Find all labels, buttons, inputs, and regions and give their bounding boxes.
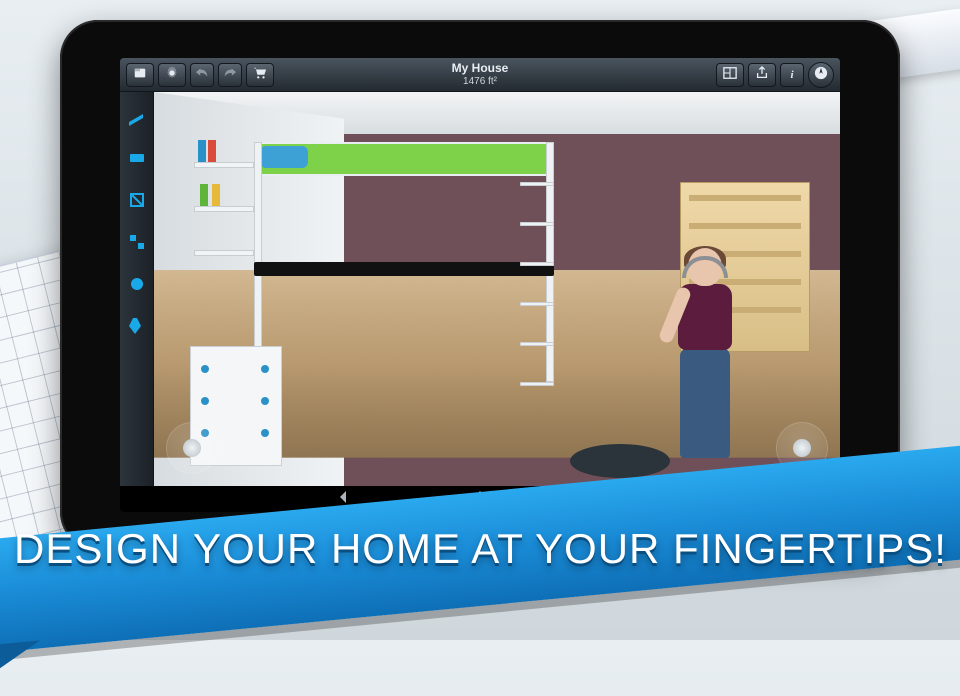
openings-tool[interactable] [125, 188, 149, 212]
undo-button[interactable] [190, 63, 214, 87]
compass-icon [814, 66, 828, 83]
beanbag [570, 444, 670, 478]
texture-tool[interactable] [125, 272, 149, 296]
compass-button[interactable] [808, 62, 834, 88]
ribbon-fold [0, 640, 40, 696]
share-icon [755, 66, 769, 83]
side-tool-rail [120, 92, 154, 486]
promo-tagline: DESIGN YOUR HOME AT YOUR FINGERTIPS! [14, 525, 947, 573]
share-button[interactable] [748, 63, 776, 87]
redo-icon [223, 66, 237, 83]
loft-bed [254, 142, 564, 382]
project-title: My House [452, 62, 509, 76]
furniture-tool[interactable] [125, 146, 149, 170]
file-button[interactable] [126, 63, 154, 87]
redo-button[interactable] [218, 63, 242, 87]
avatar-girl [660, 248, 750, 468]
top-toolbar: My House 1476 ft² i [120, 58, 840, 92]
build-tool[interactable] [125, 104, 149, 128]
settings-button[interactable] [158, 63, 186, 87]
file-icon [133, 66, 147, 83]
plan2d-icon [723, 66, 737, 83]
room-3d-viewport[interactable] [154, 92, 840, 486]
cart-icon [253, 66, 267, 83]
objects-tool[interactable] [125, 230, 149, 254]
gear-icon [165, 66, 179, 83]
move-joystick[interactable] [166, 422, 218, 474]
cart-button[interactable] [246, 63, 274, 87]
info-icon: i [790, 69, 793, 81]
undo-icon [195, 66, 209, 83]
app-screen: My House 1476 ft² i [120, 58, 840, 512]
title-block: My House 1476 ft² [452, 62, 509, 87]
project-area: 1476 ft² [452, 76, 509, 88]
plan2d-button[interactable] [716, 63, 744, 87]
info-button[interactable]: i [780, 63, 804, 87]
wall-shelves [194, 162, 254, 302]
light-tool[interactable] [125, 314, 149, 338]
